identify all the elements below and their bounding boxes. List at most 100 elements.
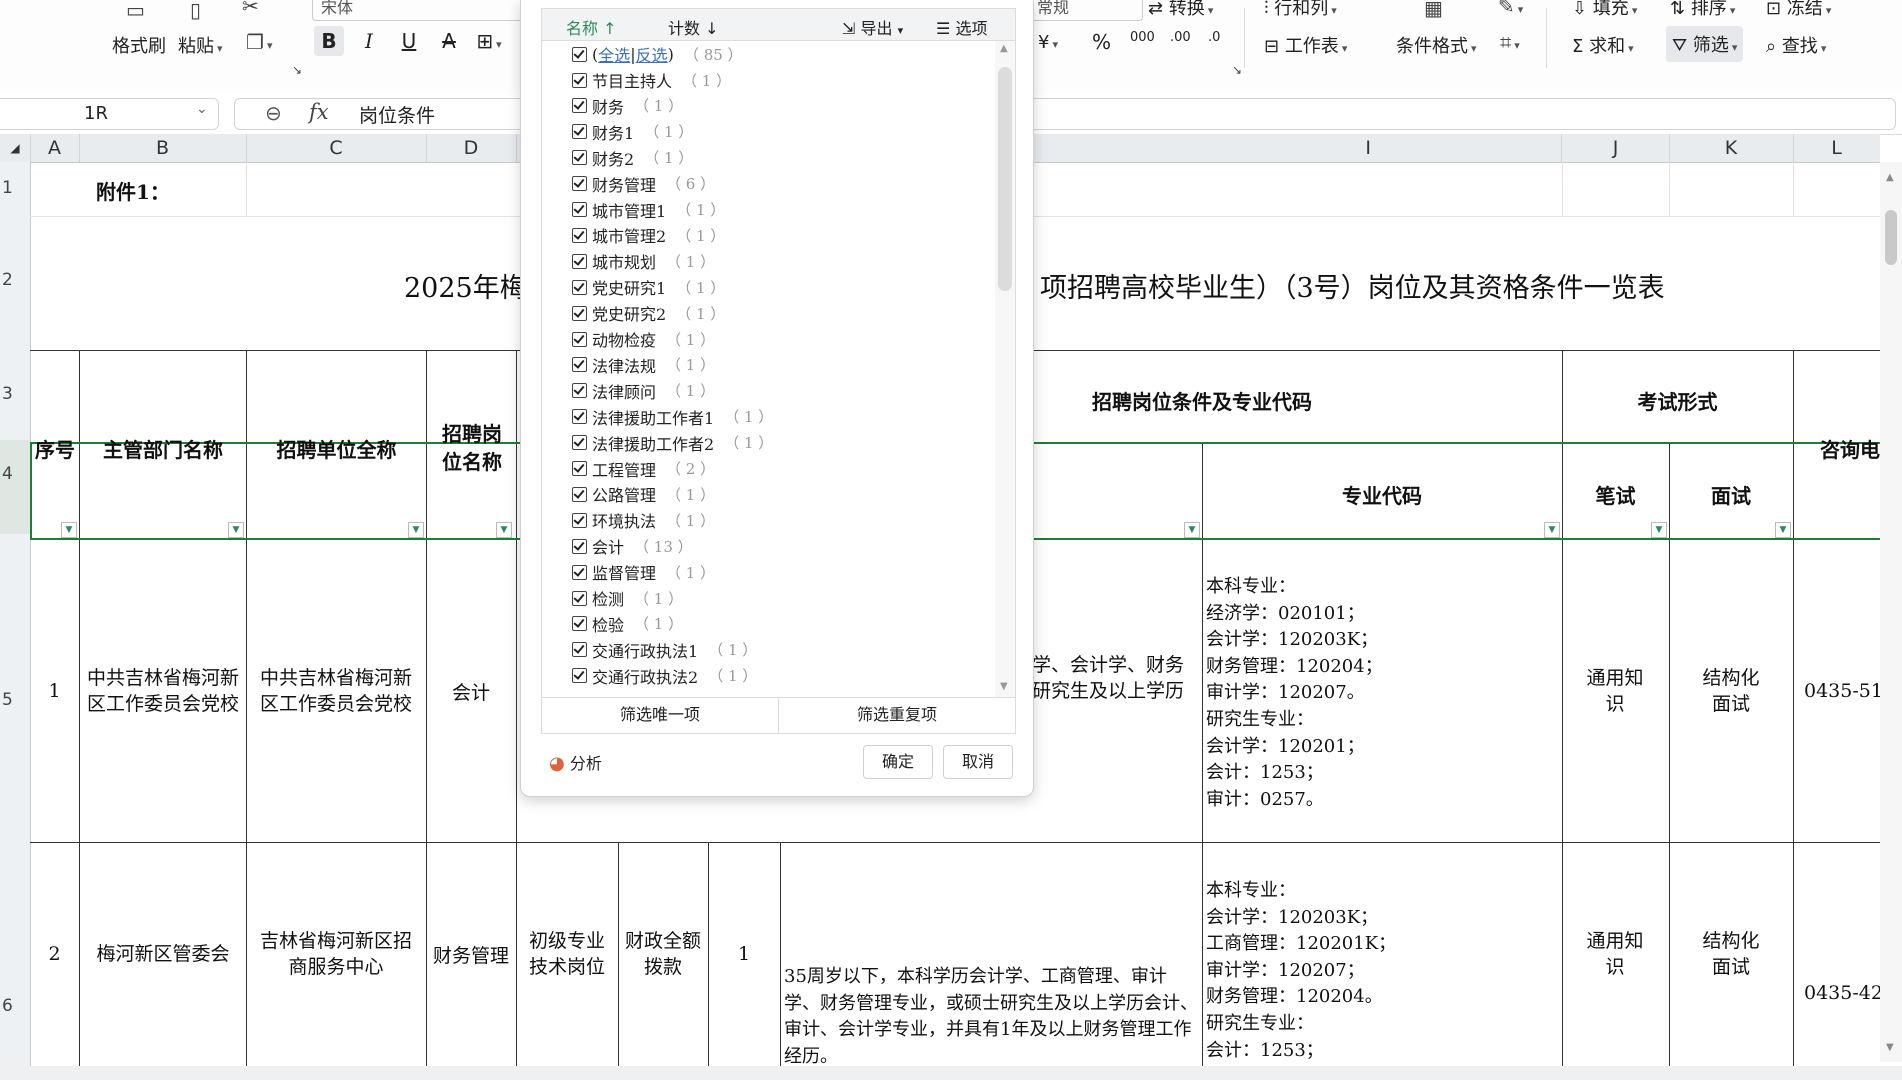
- row-header-3[interactable]: 3: [0, 384, 30, 404]
- header-interview[interactable]: 面试: [1669, 480, 1793, 509]
- paste-button[interactable]: 粘贴 ▾: [178, 32, 223, 58]
- checkbox-checked-icon[interactable]: [572, 124, 587, 140]
- row-header-2[interactable]: 2: [0, 270, 30, 290]
- cancel-button[interactable]: 取消: [943, 745, 1013, 779]
- filter-dropdown-icon[interactable]: ▼: [496, 522, 512, 538]
- font-name-select[interactable]: 宋体: [312, 0, 532, 21]
- decrease-decimal-button[interactable]: .0: [1208, 30, 1220, 45]
- filter-list-scrollbar[interactable]: ▲ ▼: [995, 41, 1015, 697]
- number-format-select[interactable]: 常规: [1030, 0, 1143, 21]
- checkbox-checked-icon[interactable]: [572, 538, 587, 554]
- italic-button[interactable]: I: [354, 26, 384, 56]
- percent-button[interactable]: %: [1092, 30, 1111, 54]
- cell-b5[interactable]: 中共吉林省梅河新区工作委员会党校: [86, 540, 240, 842]
- cell-b6[interactable]: 梅河新区管委会: [86, 842, 240, 1066]
- filter-item[interactable]: 法律法规 （ 1 ）: [572, 353, 715, 377]
- cell-j6[interactable]: 通用知识: [1582, 842, 1648, 1066]
- checkbox-checked-icon[interactable]: [572, 435, 587, 451]
- filter-item[interactable]: 财务1 （ 1 ）: [572, 120, 693, 144]
- column-header-i[interactable]: I: [1032, 134, 1562, 162]
- expand-corner-icon[interactable]: ↘: [1232, 60, 1242, 80]
- rows-cols-button[interactable]: ⫶ 行和列 ▾: [1264, 0, 1337, 20]
- format-painter-button[interactable]: 格式刷: [112, 32, 166, 58]
- checkbox-checked-icon[interactable]: [572, 590, 587, 606]
- sum-button[interactable]: Σ 求和 ▾: [1572, 32, 1634, 58]
- select-all-link[interactable]: 全选: [598, 42, 630, 66]
- filter-item[interactable]: 检验 （ 1 ）: [572, 612, 683, 636]
- cell-i5[interactable]: 本科专业： 经济学：020101； 会计学：120203K； 财务管理：120204；…: [1206, 574, 1556, 813]
- sheet-title-right[interactable]: 项招聘高校毕业生）（3号）岗位及其资格条件一览表: [1040, 266, 1665, 305]
- sort-button[interactable]: ⇅ 排序 ▾: [1670, 0, 1735, 20]
- row-header-6[interactable]: 6: [0, 996, 30, 1016]
- row-header-5[interactable]: 5: [0, 690, 30, 710]
- header-seq[interactable]: 序号: [32, 434, 78, 463]
- checkbox-checked-icon[interactable]: [572, 227, 587, 243]
- filter-duplicates-button[interactable]: 筛选重复项: [779, 697, 1015, 733]
- row-header-1[interactable]: 1: [0, 178, 30, 198]
- export-button[interactable]: ⇲ 导出 ▾: [842, 15, 903, 39]
- options-button[interactable]: ☰ 选项: [936, 15, 987, 39]
- scroll-down-icon[interactable]: ▼: [1000, 681, 1008, 692]
- cell-d5[interactable]: 会计: [426, 540, 516, 842]
- column-header-l[interactable]: L: [1793, 134, 1880, 162]
- filter-item[interactable]: 交通行政执法1 （ 1 ）: [572, 638, 757, 662]
- filter-button[interactable]: ⛛ 筛选 ▾: [1666, 26, 1744, 62]
- checkbox-checked-icon[interactable]: [572, 176, 587, 192]
- checkbox-checked-icon[interactable]: [572, 72, 587, 88]
- checkbox-checked-icon[interactable]: [572, 331, 587, 347]
- checkbox-checked-icon[interactable]: [572, 98, 587, 114]
- strikethrough-button[interactable]: A: [434, 26, 464, 56]
- invert-selection-link[interactable]: 反选: [636, 42, 668, 66]
- column-header-d[interactable]: D: [426, 134, 517, 162]
- increase-decimal-button[interactable]: .00: [1170, 30, 1191, 45]
- header-major-code[interactable]: 专业代码: [1202, 480, 1562, 509]
- checkbox-checked-icon[interactable]: [572, 46, 587, 62]
- sort-by-count-tab[interactable]: 计数 ↓: [668, 15, 719, 39]
- cell-j5[interactable]: 通用知识: [1582, 540, 1648, 842]
- filter-dropdown-icon[interactable]: ▼: [1184, 522, 1200, 538]
- zoom-icon[interactable]: ⊖: [265, 101, 282, 125]
- filter-item[interactable]: 公路管理 （ 1 ）: [572, 482, 715, 506]
- filter-item[interactable]: 工程管理 （ 2 ）: [572, 457, 715, 481]
- filter-unique-button[interactable]: 筛选唯一项: [542, 697, 779, 733]
- sheet-title-left[interactable]: 2025年梅: [404, 266, 527, 305]
- checkbox-checked-icon[interactable]: [572, 357, 587, 373]
- cell-a6[interactable]: 2: [30, 842, 79, 1066]
- cell-a1[interactable]: 附件1：: [96, 176, 170, 205]
- cell-a5[interactable]: 1: [30, 540, 79, 842]
- cell-g6[interactable]: 1: [708, 842, 780, 1066]
- scroll-down-icon[interactable]: ▼: [1886, 1042, 1894, 1053]
- freeze-button[interactable]: ⊡ 冻结 ▾: [1766, 0, 1831, 20]
- cell-i6[interactable]: 本科专业： 会计学：120203K； 工商管理：120201K； 审计学：120207…: [1206, 878, 1556, 1064]
- header-exam[interactable]: 考试形式: [1562, 386, 1793, 415]
- checkbox-checked-icon[interactable]: [572, 642, 587, 658]
- header-written[interactable]: 笔试: [1562, 480, 1669, 509]
- formula-input[interactable]: ⊖ fx 岗位条件: [234, 98, 1896, 130]
- cut-icon[interactable]: ✂: [242, 0, 259, 16]
- sort-by-name-tab[interactable]: 名称 ↑: [566, 15, 617, 39]
- style-icon[interactable]: ✎ ▾: [1498, 0, 1523, 20]
- select-all-corner[interactable]: ◢: [0, 134, 31, 162]
- filter-dropdown-icon[interactable]: ▼: [1544, 522, 1560, 538]
- convert-button[interactable]: ⇄ 转换 ▾: [1148, 0, 1213, 20]
- filter-dropdown-icon[interactable]: ▼: [408, 522, 424, 538]
- borders-icon[interactable]: ⊞ ▾: [474, 26, 504, 56]
- column-header-c[interactable]: C: [246, 134, 427, 162]
- filter-item[interactable]: 城市管理2 （ 1 ）: [572, 223, 725, 247]
- scroll-up-icon[interactable]: ▲: [1886, 172, 1894, 183]
- filter-item[interactable]: 动物检疫 （ 1 ）: [572, 327, 715, 351]
- chevron-down-icon[interactable]: ⌄: [196, 101, 208, 117]
- filter-dropdown-icon[interactable]: ▼: [1775, 522, 1791, 538]
- filter-item[interactable]: 法律援助工作者2 （ 1 ）: [572, 431, 773, 455]
- currency-button[interactable]: ¥ ▾: [1038, 32, 1058, 53]
- checkbox-checked-icon[interactable]: [572, 202, 587, 217]
- filter-item[interactable]: 财务 （ 1 ）: [572, 94, 683, 118]
- filter-item[interactable]: 环境执法 （ 1 ）: [572, 508, 715, 532]
- filter-item[interactable]: 法律援助工作者1 （ 1 ）: [572, 405, 773, 429]
- filter-item[interactable]: 财务管理 （ 6 ）: [572, 172, 715, 196]
- filter-item[interactable]: 会计 （ 13 ）: [572, 534, 693, 558]
- fx-icon[interactable]: fx: [309, 100, 329, 124]
- bold-button[interactable]: B: [314, 26, 344, 56]
- checkbox-checked-icon[interactable]: [572, 564, 587, 580]
- underline-button[interactable]: U: [394, 26, 424, 56]
